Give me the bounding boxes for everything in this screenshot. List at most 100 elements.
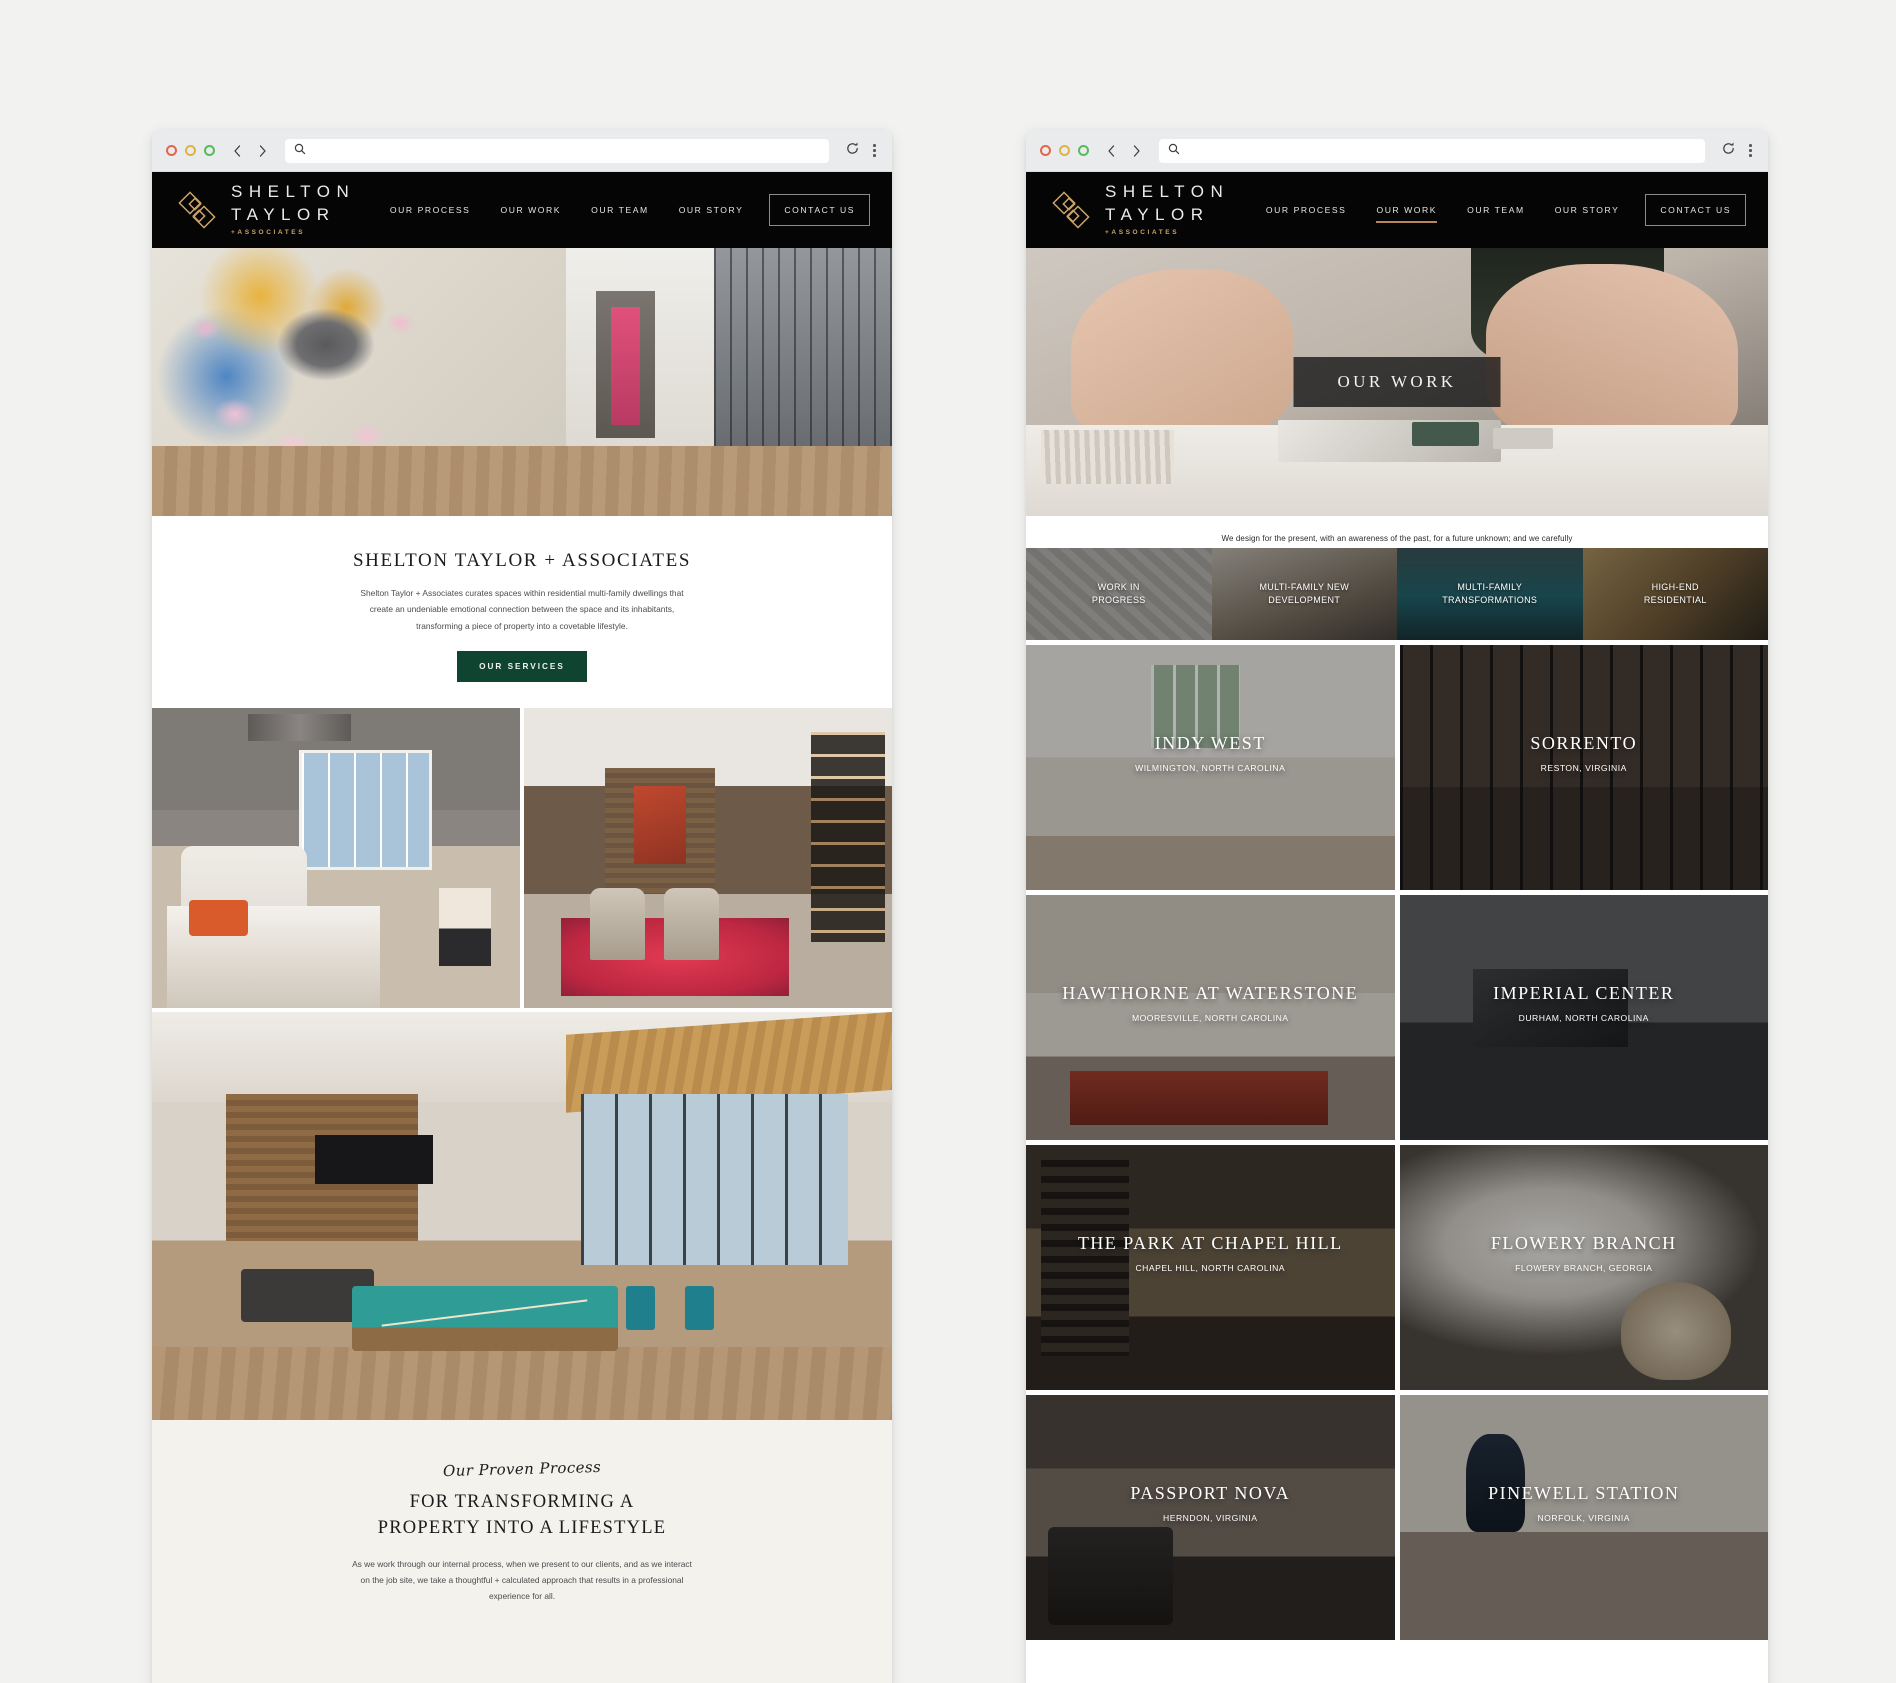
brand-logo-home[interactable]: SHELTON TAYLOR +ASSOCIATES xyxy=(176,183,355,237)
brand-line-2: TAYLOR xyxy=(1105,205,1210,225)
category-multi-family-transformations[interactable]: MULTI-FAMILY TRANSFORMATIONS xyxy=(1397,548,1583,640)
gallery-image-game-room xyxy=(152,1012,892,1421)
project-title: PINEWELL STATION xyxy=(1488,1483,1680,1504)
kebab-menu-icon[interactable] xyxy=(873,144,876,157)
project-title: FLOWERY BRANCH xyxy=(1490,1233,1677,1254)
wood-floor xyxy=(152,446,892,516)
search-icon xyxy=(294,142,306,160)
project-caption: FLOWERY BRANCH FLOWERY BRANCH, GEORGIA xyxy=(1400,1233,1769,1273)
category-high-end-residential[interactable]: HIGH-END RESIDENTIAL xyxy=(1582,548,1768,640)
project-title: IMPERIAL CENTER xyxy=(1493,983,1675,1004)
project-card-the-park-at-chapel-hill[interactable]: THE PARK AT CHAPEL HILL CHAPEL HILL, NOR… xyxy=(1026,1145,1395,1390)
address-bar-home[interactable] xyxy=(285,138,830,163)
window-wall xyxy=(581,1093,848,1266)
project-title: SORRENTO xyxy=(1530,733,1638,754)
browser-navigation[interactable] xyxy=(231,144,269,158)
brand-wordmark: SHELTON TAYLOR +ASSOCIATES xyxy=(1105,183,1229,237)
nav-item-our-team[interactable]: OUR TEAM xyxy=(1452,196,1540,224)
project-card-pinewell-station[interactable]: PINEWELL STATION NORFOLK, VIRGINIA xyxy=(1399,1395,1769,1640)
project-caption: IMPERIAL CENTER DURHAM, NORTH CAROLINA xyxy=(1400,983,1769,1023)
category-label-line-2: DEVELOPMENT xyxy=(1268,595,1341,605)
home-hero-image xyxy=(152,248,892,516)
page-title: SHELTON TAYLOR + ASSOCIATES xyxy=(353,550,691,571)
billiards-table xyxy=(351,1285,619,1351)
browser-chrome-actions xyxy=(845,141,878,161)
project-title: INDY WEST xyxy=(1154,733,1266,754)
bar-stool-3 xyxy=(684,1285,715,1331)
category-filter-strip: WORK IN PROGRESS MULTI-FAMILY NEW DEVELO… xyxy=(1026,548,1768,640)
back-button[interactable] xyxy=(1105,144,1118,158)
project-card-hawthorne-at-waterstone[interactable]: HAWTHORNE AT WATERSTONE MOORESVILLE, NOR… xyxy=(1026,895,1395,1140)
minimize-window-button[interactable] xyxy=(185,145,196,156)
maximize-window-button[interactable] xyxy=(204,145,215,156)
display-shelving xyxy=(811,732,885,943)
diamond-monogram-icon xyxy=(1050,189,1092,231)
browser-navigation-work[interactable] xyxy=(1105,144,1143,158)
project-caption: SORRENTO RESTON, VIRGINIA xyxy=(1400,733,1769,773)
forward-button[interactable] xyxy=(1130,144,1143,158)
site-header-home: SHELTON TAYLOR +ASSOCIATES OUR PROCESS O… xyxy=(152,172,892,248)
forward-button[interactable] xyxy=(256,144,269,158)
window-traffic-lights[interactable] xyxy=(166,145,215,156)
project-card-indy-west[interactable]: INDY WEST WILMINGTON, NORTH CAROLINA xyxy=(1026,645,1395,890)
browser-chrome-work xyxy=(1026,130,1768,172)
project-grid: INDY WEST WILMINGTON, NORTH CAROLINA SOR… xyxy=(1026,640,1768,1640)
diamond-monogram-icon xyxy=(176,189,218,231)
browser-chrome-actions-work xyxy=(1721,141,1754,161)
address-bar-work[interactable] xyxy=(1159,138,1706,163)
brand-logo-work[interactable]: SHELTON TAYLOR +ASSOCIATES xyxy=(1050,183,1229,237)
bedroom-window xyxy=(299,750,432,871)
category-label-line-2: TRANSFORMATIONS xyxy=(1442,595,1538,605)
wood-floor xyxy=(152,1346,892,1421)
project-caption: INDY WEST WILMINGTON, NORTH CAROLINA xyxy=(1026,733,1395,773)
category-label-line-1: MULTI-FAMILY xyxy=(1457,582,1523,593)
contact-us-button[interactable]: CONTACT US xyxy=(769,194,870,226)
project-location: NORFOLK, VIRGINIA xyxy=(1537,1513,1631,1524)
nav-item-our-story[interactable]: OUR STORY xyxy=(1540,196,1635,224)
category-label: MULTI-FAMILY TRANSFORMATIONS xyxy=(1442,581,1537,607)
our-services-button[interactable]: OUR SERVICES xyxy=(457,651,587,683)
project-caption: PINEWELL STATION NORFOLK, VIRGINIA xyxy=(1400,1483,1769,1523)
kebab-menu-icon[interactable] xyxy=(1749,144,1752,157)
back-button[interactable] xyxy=(231,144,244,158)
close-window-button[interactable] xyxy=(166,145,177,156)
project-card-sorrento[interactable]: SORRENTO RESTON, VIRGINIA xyxy=(1399,645,1769,890)
category-label: HIGH-END RESIDENTIAL xyxy=(1644,581,1707,607)
nav-item-our-work[interactable]: OUR WORK xyxy=(1361,196,1452,224)
process-heading: FOR TRANSFORMING A PROPERTY INTO A LIFES… xyxy=(152,1489,892,1542)
project-title: HAWTHORNE AT WATERSTONE xyxy=(1062,983,1359,1004)
pink-curtain xyxy=(610,306,641,425)
reload-icon[interactable] xyxy=(845,141,860,161)
designer-hands-right xyxy=(1486,264,1739,441)
nav-item-our-process[interactable]: OUR PROCESS xyxy=(1251,196,1362,224)
project-caption: PASSPORT NOVA HERNDON, VIRGINIA xyxy=(1026,1483,1395,1523)
wall-artwork xyxy=(634,786,686,865)
project-card-passport-nova[interactable]: PASSPORT NOVA HERNDON, VIRGINIA xyxy=(1026,1395,1395,1640)
brand-wordmark: SHELTON TAYLOR +ASSOCIATES xyxy=(231,183,355,237)
reload-icon[interactable] xyxy=(1721,141,1736,161)
nav-item-our-story[interactable]: OUR STORY xyxy=(664,196,759,224)
category-multi-family-new-development[interactable]: MULTI-FAMILY NEW DEVELOPMENT xyxy=(1211,548,1397,640)
minimize-window-button[interactable] xyxy=(1059,145,1070,156)
accent-pillow xyxy=(188,900,248,937)
nav-item-our-team[interactable]: OUR TEAM xyxy=(576,196,664,224)
close-window-button[interactable] xyxy=(1040,145,1051,156)
contact-us-button[interactable]: CONTACT US xyxy=(1645,194,1746,226)
intro-body-text: Shelton Taylor + Associates curates spac… xyxy=(360,588,684,631)
category-label-line-2: PROGRESS xyxy=(1091,595,1146,605)
nav-item-our-process[interactable]: OUR PROCESS xyxy=(375,196,486,224)
work-tagline-text: We design for the present, with an aware… xyxy=(1221,534,1573,543)
category-label: WORK IN PROGRESS xyxy=(1092,581,1146,607)
category-work-in-progress[interactable]: WORK IN PROGRESS xyxy=(1026,548,1212,640)
project-card-imperial-center[interactable]: IMPERIAL CENTER DURHAM, NORTH CAROLINA xyxy=(1399,895,1769,1140)
process-heading-line-1: FOR TRANSFORMING A xyxy=(409,1492,635,1513)
maximize-window-button[interactable] xyxy=(1078,145,1089,156)
project-card-flowery-branch[interactable]: FLOWERY BRANCH FLOWERY BRANCH, GEORGIA xyxy=(1399,1145,1769,1390)
window-traffic-lights-work[interactable] xyxy=(1040,145,1089,156)
brand-line-1: SHELTON xyxy=(231,182,356,202)
material-sample-strips xyxy=(1040,430,1175,484)
work-tagline-band: We design for the present, with an aware… xyxy=(1026,516,1768,548)
main-navigation-home: OUR PROCESS OUR WORK OUR TEAM OUR STORY … xyxy=(375,194,870,226)
lounge-chair-right xyxy=(663,888,720,961)
nav-item-our-work[interactable]: OUR WORK xyxy=(485,196,576,224)
